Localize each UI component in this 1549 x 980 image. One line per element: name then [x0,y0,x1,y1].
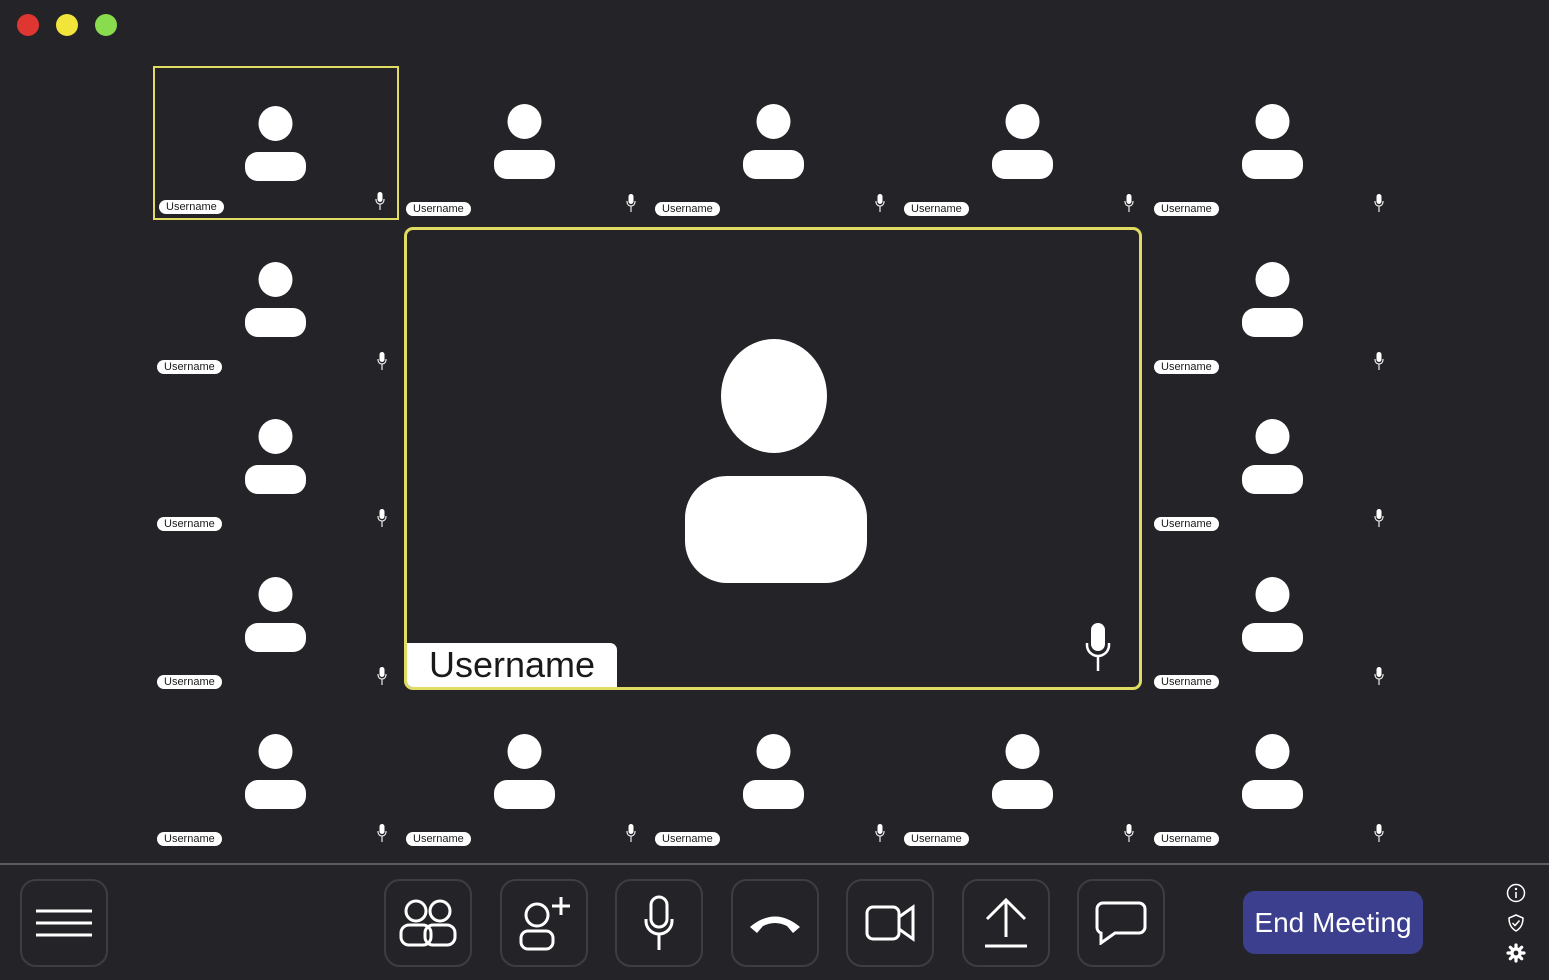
participant-username: Username [1154,517,1219,531]
user-avatar-icon [1242,104,1303,179]
microphone-icon [377,824,387,842]
participant-tile[interactable]: Username [900,696,1146,850]
participant-username: Username [655,832,720,846]
user-avatar-icon [1242,577,1303,652]
participant-tile[interactable]: Username [1150,381,1396,535]
user-avatar-icon [1242,262,1303,337]
user-avatar-icon [494,734,555,809]
participant-tile[interactable]: Username [1150,66,1396,220]
user-avatar-icon [1242,419,1303,494]
participant-username: Username [655,202,720,216]
participant-tile[interactable]: Username [153,539,399,693]
participant-tile[interactable]: Username [651,696,897,850]
microphone-icon [375,192,385,210]
user-avatar-icon [743,104,804,179]
microphone-icon [1124,824,1134,842]
video-camera-icon [865,904,915,942]
main-speaker-username: Username [407,643,618,687]
settings-button[interactable] [1505,942,1527,964]
user-avatar-icon [685,339,867,583]
participant-tile[interactable]: Username [153,381,399,535]
microphone-icon [1374,667,1384,685]
user-avatar-icon [245,419,306,494]
participant-tile[interactable]: Username [402,696,648,850]
participant-tile[interactable]: Username [402,66,648,220]
participant-tile[interactable]: Username [1150,696,1396,850]
microphone-icon [1085,623,1111,671]
microphone-icon [644,895,674,950]
microphone-icon [1124,194,1134,212]
mute-microphone-button[interactable] [615,879,703,967]
microphone-icon [1374,509,1384,527]
end-meeting-button[interactable]: End Meeting [1243,891,1423,954]
participant-tile[interactable]: Username [1150,539,1396,693]
microphone-icon [875,194,885,212]
menu-button[interactable] [20,879,108,967]
microphone-icon [1374,352,1384,370]
user-avatar-icon [494,104,555,179]
user-avatar-icon [992,104,1053,179]
participant-username: Username [157,832,222,846]
participant-username: Username [157,360,222,374]
chat-button[interactable] [1077,879,1165,967]
participant-username: Username [904,202,969,216]
add-user-icon [519,897,570,951]
share-screen-icon [985,897,1027,948]
participant-tile[interactable]: Username [1150,224,1396,378]
info-icon [1506,883,1526,903]
participant-username: Username [157,675,222,689]
security-button[interactable] [1505,912,1527,934]
user-avatar-icon [245,734,306,809]
video-toggle-button[interactable] [846,879,934,967]
user-avatar-icon [245,577,306,652]
participant-username: Username [1154,360,1219,374]
main-speaker-view[interactable]: Username [404,227,1142,690]
participant-username: Username [904,832,969,846]
user-avatar-icon [245,106,306,181]
microphone-icon [377,667,387,685]
settings-gear-icon [1506,943,1526,963]
participant-username: Username [159,200,224,214]
user-avatar-icon [992,734,1053,809]
hamburger-menu-icon [36,909,92,937]
microphone-icon [1374,194,1384,212]
participant-grid: Username Username Username Username User… [0,0,1549,862]
info-button[interactable] [1505,882,1527,904]
hang-up-button[interactable] [731,879,819,967]
hang-up-icon [750,916,800,933]
add-participant-button[interactable] [500,879,588,967]
microphone-icon [626,824,636,842]
participants-button[interactable] [384,879,472,967]
microphone-icon [1374,824,1384,842]
microphone-icon [377,352,387,370]
participant-tile[interactable]: Username [153,224,399,378]
microphone-icon [377,509,387,527]
participants-icon [399,899,457,947]
share-screen-button[interactable] [962,879,1050,967]
meeting-toolbar: End Meeting [0,865,1549,980]
participant-tile[interactable]: Username [153,696,399,850]
participant-tile[interactable]: Username [651,66,897,220]
participant-username: Username [157,517,222,531]
user-avatar-icon [1242,734,1303,809]
user-avatar-icon [743,734,804,809]
microphone-icon [875,824,885,842]
participant-tile[interactable]: Username [153,66,399,220]
security-shield-icon [1508,914,1524,932]
participant-username: Username [1154,675,1219,689]
participant-tile[interactable]: Username [900,66,1146,220]
participant-username: Username [1154,202,1219,216]
user-avatar-icon [245,262,306,337]
microphone-icon [626,194,636,212]
chat-icon [1095,901,1147,945]
participant-username: Username [406,832,471,846]
participant-username: Username [1154,832,1219,846]
participant-username: Username [406,202,471,216]
